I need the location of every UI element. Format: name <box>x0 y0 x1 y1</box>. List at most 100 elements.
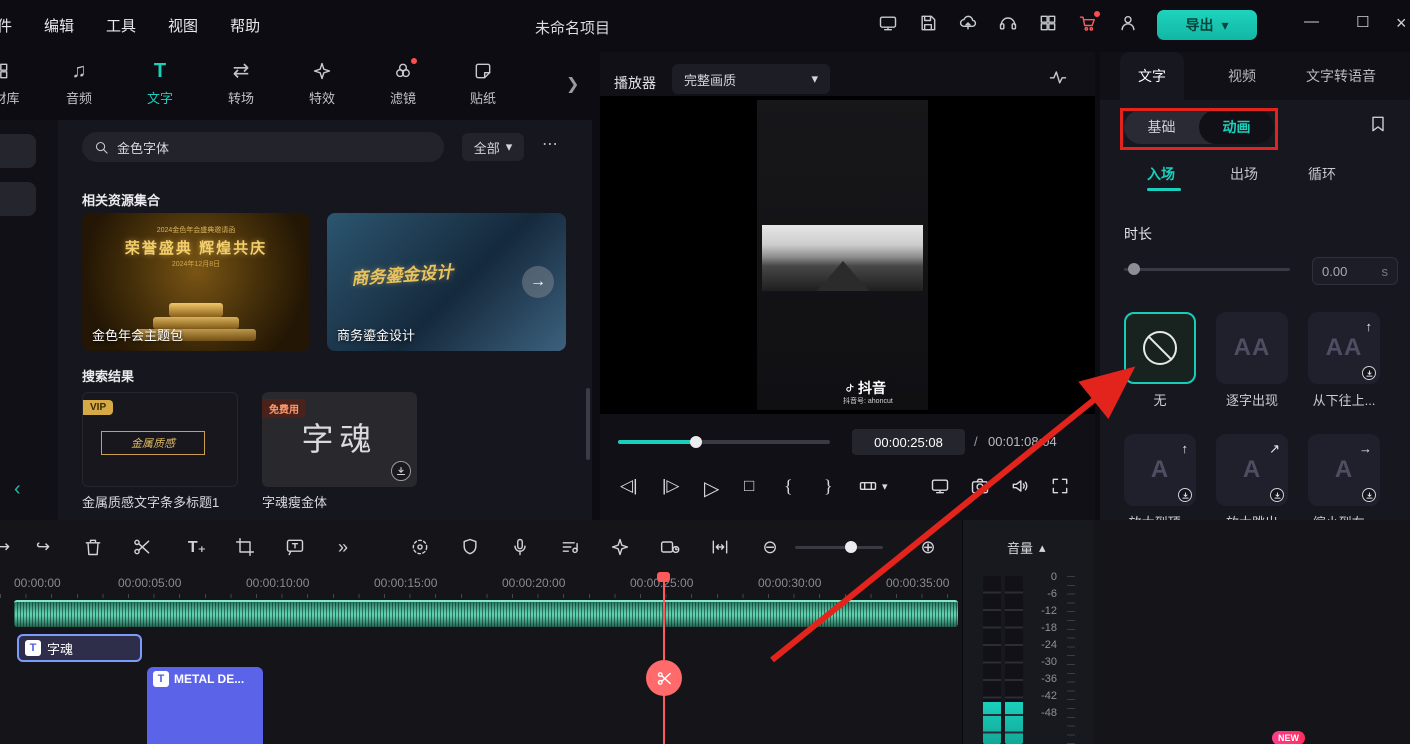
apps-grid-icon[interactable] <box>1038 13 1058 33</box>
color-adjust-button[interactable] <box>407 534 433 560</box>
split-scissors-button[interactable] <box>129 534 155 560</box>
resource-card-gold-annual[interactable]: 2024金色年会盛典邀请函 荣誉盛典 辉煌共庆 2024年12月8日 金色年会主… <box>82 213 310 351</box>
anim-tab-out[interactable]: 出场 <box>1230 164 1258 184</box>
delete-button[interactable] <box>80 534 106 560</box>
anim-tab-loop[interactable]: 循环 <box>1308 164 1336 184</box>
mirror-display-button[interactable] <box>930 476 950 496</box>
menu-tools[interactable]: 工具 <box>106 15 136 36</box>
duration-value-box[interactable]: 0.00 s <box>1312 257 1398 285</box>
caption-button[interactable] <box>282 534 308 560</box>
snapshot-button[interactable] <box>970 476 990 496</box>
tab-text-properties[interactable]: 文字 <box>1120 52 1184 100</box>
mode-basic[interactable]: 基础 <box>1124 110 1199 144</box>
tab-effects[interactable]: 特效 <box>298 60 346 107</box>
zoom-out-button[interactable]: ⊖ <box>757 534 783 560</box>
minimize-button[interactable]: — <box>1304 13 1319 30</box>
record-voiceover-button[interactable] <box>507 534 533 560</box>
playhead-split-button[interactable] <box>646 660 682 696</box>
search-result-zihun-font[interactable]: 免费用 字魂 <box>262 392 417 487</box>
preset-typeon[interactable]: AA <box>1216 312 1288 384</box>
timeline-ruler[interactable]: 00:00:00 00:00:05:00 00:00:10:00 00:00:1… <box>0 572 962 598</box>
text-clip-metal[interactable]: T METAL DE... <box>147 667 263 744</box>
tab-filters[interactable]: 滤镜 <box>379 60 427 107</box>
menu-file[interactable]: 文件 <box>0 15 12 36</box>
mode-animation[interactable]: 动画 <box>1199 110 1274 144</box>
render-preview-button[interactable] <box>607 534 633 560</box>
tab-text[interactable]: T 文字 <box>136 60 184 107</box>
next-frame-button[interactable]: |▷ <box>662 476 680 496</box>
text-clip-zihun[interactable]: T 字魂 <box>17 634 142 662</box>
tab-stickers[interactable]: 贴纸 <box>459 60 507 107</box>
preset-none[interactable] <box>1124 312 1196 384</box>
anim-tab-in[interactable]: 入场 <box>1147 164 1175 184</box>
resource-card-business-gold[interactable]: 商务鎏金设计 → 商务鎏金设计 <box>327 213 566 351</box>
duration-slider-handle[interactable] <box>1128 263 1140 275</box>
mark-out-button[interactable]: } <box>824 476 833 497</box>
preset-shrink-right[interactable]: A → <box>1308 434 1380 506</box>
preset-zoom-to-top[interactable]: A ↑ <box>1124 434 1196 506</box>
screen-record-button[interactable] <box>657 534 683 560</box>
search-result-metal-title[interactable]: VIP 金属质感 <box>82 392 238 487</box>
redo-icon[interactable]: ↪ <box>30 534 56 560</box>
search-input[interactable] <box>117 140 432 155</box>
tab-audio[interactable]: ♫ 音频 <box>55 60 103 107</box>
volume-button[interactable] <box>1010 476 1030 496</box>
category-item[interactable] <box>0 134 36 168</box>
export-chevron-icon[interactable]: ▾ <box>1221 17 1228 34</box>
menu-help[interactable]: 帮助 <box>230 15 260 36</box>
zoom-in-button[interactable]: ⊕ <box>915 534 941 560</box>
fullscreen-button[interactable] <box>1050 476 1070 496</box>
video-frame-image <box>762 225 923 291</box>
next-arrow-button[interactable]: → <box>522 266 554 298</box>
tab-library[interactable]: 素材库 <box>0 60 24 107</box>
media-tabs-expand-chevron[interactable]: ❯ <box>566 74 579 94</box>
playhead-line[interactable] <box>663 572 665 744</box>
account-icon[interactable] <box>1118 13 1138 33</box>
audio-mixer-button[interactable] <box>557 534 583 560</box>
play-button[interactable]: ▷ <box>704 476 719 501</box>
mark-in-button[interactable]: { <box>784 476 793 497</box>
more-options-button[interactable]: ⋯ <box>542 134 560 154</box>
video-stage[interactable]: 抖音 抖音号: ahoncut <box>600 96 1095 414</box>
previous-frame-button[interactable]: ◁| <box>620 476 638 496</box>
category-item[interactable] <box>0 182 36 216</box>
stop-button[interactable]: □ <box>744 476 754 496</box>
mask-button[interactable] <box>457 534 483 560</box>
tab-transition[interactable]: ⇄ 转场 <box>217 60 265 107</box>
volume-meter-header[interactable]: 音量 ▴ <box>1007 538 1046 557</box>
cloud-upload-icon[interactable] <box>958 13 978 33</box>
crop-button[interactable] <box>232 534 258 560</box>
close-button[interactable]: × <box>1396 13 1407 34</box>
preset-zoom-pop[interactable]: A ↗ <box>1216 434 1288 506</box>
collapse-panel-chevron[interactable]: ‹ <box>14 478 21 501</box>
scopes-icon[interactable] <box>1048 67 1068 87</box>
preset-bottom-up[interactable]: AA ↑ <box>1308 312 1380 384</box>
download-icon[interactable] <box>391 461 411 481</box>
quick-trim-button[interactable]: ▾ <box>858 476 888 496</box>
quality-dropdown[interactable]: 完整画质 ▾ <box>672 64 830 94</box>
duration-slider[interactable] <box>1124 268 1290 271</box>
seek-handle[interactable] <box>690 436 702 448</box>
filter-dropdown[interactable]: 全部 ▾ <box>462 133 524 161</box>
maximize-button[interactable]: ☐ <box>1356 13 1369 31</box>
store-cart-icon[interactable] <box>1078 13 1098 33</box>
support-headset-icon[interactable] <box>998 13 1018 33</box>
export-button[interactable]: 导出 ▾ <box>1157 10 1257 40</box>
duration-value: 0.00 <box>1322 264 1347 279</box>
save-project-icon[interactable] <box>918 13 938 33</box>
menu-view[interactable]: 视图 <box>168 15 198 36</box>
bookmark-icon[interactable] <box>1368 114 1388 134</box>
menu-edit[interactable]: 编辑 <box>44 15 74 36</box>
auto-ripple-button[interactable] <box>707 534 733 560</box>
tab-text-to-speech[interactable]: 文字转语音 <box>1288 52 1394 100</box>
display-mode-icon[interactable] <box>878 13 898 33</box>
seek-bar[interactable] <box>618 440 830 444</box>
timeline-zoom-slider[interactable] <box>795 546 883 549</box>
undo-icon[interactable]: ↪ <box>0 534 16 560</box>
audio-waveform-clip[interactable] <box>14 600 958 627</box>
more-tools-chevron[interactable]: » <box>330 534 356 560</box>
tab-video-properties[interactable]: 视频 <box>1210 52 1274 100</box>
zoom-slider-handle[interactable] <box>845 541 857 553</box>
add-text-button[interactable]: T₊ <box>184 534 210 560</box>
panel-scrollbar[interactable] <box>586 388 590 460</box>
